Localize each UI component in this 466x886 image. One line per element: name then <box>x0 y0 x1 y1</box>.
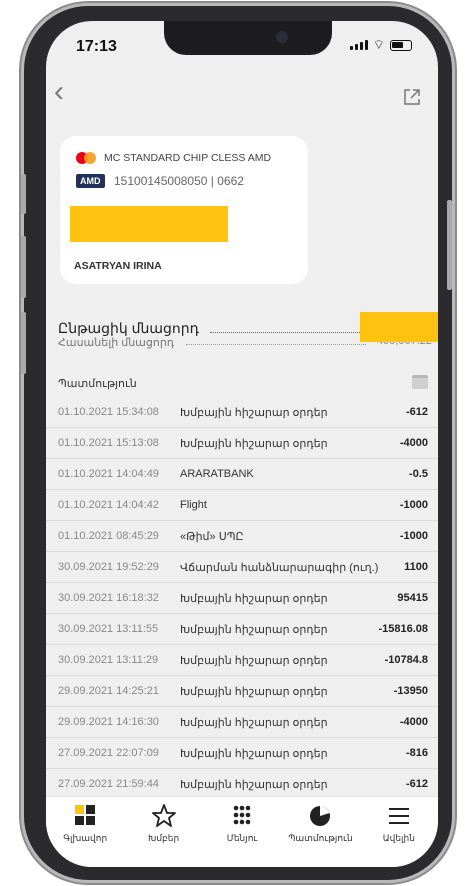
tab-history[interactable]: Պատմություն <box>281 797 359 867</box>
tab-more[interactable]: Ավելին <box>360 797 438 867</box>
history-row[interactable]: 29.09.2021 14:16:30 Խմբային հիշարար օրդեր… <box>46 707 438 738</box>
history-header: Պատմություն <box>46 369 438 395</box>
current-balance-redaction <box>360 312 438 342</box>
tab-home[interactable]: Գլխավոր <box>46 797 124 867</box>
transaction-description: Խմբային հիշարար օրդեր <box>180 406 328 419</box>
history-row[interactable]: 01.10.2021 14:04:49 ARARATBANK -0.5 <box>46 459 438 490</box>
history-row[interactable]: 30.09.2021 13:11:55 Խմբային հիշարար օրդեր… <box>46 614 438 645</box>
transaction-datetime: 30.09.2021 16:18:32 <box>58 592 159 604</box>
hamburger-icon <box>388 808 409 824</box>
transaction-description: Խմբային հիշարար օրդեր <box>180 747 328 760</box>
transaction-amount: -15816.08 <box>378 623 428 635</box>
tab-menu[interactable]: Մենյու <box>203 797 281 867</box>
tab-history-label: Պատմություն <box>288 833 353 843</box>
tab-favorites[interactable]: Խմբեր <box>124 797 202 867</box>
history-list: 01.10.2021 15:34:08 Խմբային հիշարար օրդեր… <box>46 397 438 800</box>
tab-favorites-label: Խմբեր <box>148 833 180 843</box>
signal-icon <box>349 40 368 50</box>
account-number: 15100145008050 | 0662 <box>114 174 244 188</box>
transaction-description: Խմբային հիշարար օրդեր <box>180 685 328 698</box>
card-balance-redaction <box>70 206 228 242</box>
transaction-description: «Թիմ» ՍՊԸ <box>180 530 244 543</box>
app-screen: 17:13 ⌔ ‹ MC STANDARD CHIP CLESS AMD AMD… <box>46 21 438 867</box>
volume-up-button <box>21 236 26 298</box>
transaction-amount: 95415 <box>397 592 428 604</box>
transaction-datetime: 01.10.2021 08:45:29 <box>58 530 159 542</box>
card-product-name: MC STANDARD CHIP CLESS AMD <box>104 152 272 164</box>
mute-switch <box>21 174 26 214</box>
transaction-description: Flight <box>180 499 207 511</box>
leader-dots <box>210 321 360 333</box>
transaction-datetime: 30.09.2021 19:52:29 <box>58 561 159 573</box>
battery-icon <box>390 39 412 51</box>
history-row[interactable]: 01.10.2021 15:34:08 Խմբային հիշարար օրդեր… <box>46 397 438 428</box>
available-balance-label: Հասանելի մնացորդ <box>58 337 175 349</box>
history-title: Պատմություն <box>58 378 137 390</box>
back-arrow-icon[interactable]: ‹ <box>54 77 76 109</box>
transaction-datetime: 30.09.2021 13:11:55 <box>58 623 159 635</box>
currency-badge: AMD <box>76 174 105 188</box>
transaction-description: Խմբային հիշարար օրդեր <box>180 437 328 450</box>
transaction-description: Խմբային հիշարար օրդեր <box>180 778 328 791</box>
transaction-datetime: 27.09.2021 22:07:09 <box>58 747 159 759</box>
current-balance-label: Ընթացիկ մնացորդ <box>58 320 199 336</box>
transaction-description: Վճարման հանձնարարագիր (ուղ.) <box>180 561 379 574</box>
history-row[interactable]: 01.10.2021 08:45:29 «Թիմ» ՍՊԸ -1000 <box>46 521 438 552</box>
transaction-amount: -612 <box>405 778 428 790</box>
transaction-datetime: 01.10.2021 14:04:42 <box>58 499 159 511</box>
bank-card[interactable]: MC STANDARD CHIP CLESS AMD AMD 151001450… <box>60 136 308 284</box>
card-holder-name: ASATRYAN IRINA <box>74 260 162 272</box>
transaction-amount: -1000 <box>399 499 428 511</box>
transaction-description: Խմբային հիշարար օրդեր <box>180 716 328 729</box>
share-icon[interactable] <box>402 87 422 107</box>
transaction-amount: -1000 <box>399 530 428 542</box>
transaction-amount: -612 <box>405 406 428 418</box>
camera-icon <box>276 31 288 43</box>
wifi-icon: ⌔ <box>372 37 385 52</box>
leader-dots <box>186 335 366 345</box>
transaction-description: Խմբային հիշարար օրդեր <box>180 592 328 605</box>
pie-chart-icon <box>310 806 331 826</box>
transaction-amount: -4000 <box>399 716 428 728</box>
transaction-amount: -816 <box>405 747 428 759</box>
tab-home-label: Գլխավոր <box>63 833 108 843</box>
history-row[interactable]: 30.09.2021 13:11:29 Խմբային հիշարար օրդեր… <box>46 645 438 676</box>
history-row[interactable]: 30.09.2021 19:52:29 Վճարման հանձնարարագիր… <box>46 552 438 583</box>
transaction-description: Խմբային հիշարար օրդեր <box>180 654 328 667</box>
mastercard-icon <box>76 152 98 164</box>
transaction-description: Խմբային հիշարար օրդեր <box>180 623 328 636</box>
transaction-amount: -13950 <box>393 685 428 697</box>
transaction-description: ARARATBANK <box>180 468 254 480</box>
home-grid-icon <box>75 805 96 825</box>
transaction-amount: -4000 <box>399 437 428 449</box>
transaction-datetime: 29.09.2021 14:25:21 <box>58 685 159 697</box>
transaction-datetime: 29.09.2021 14:16:30 <box>58 716 159 728</box>
transaction-datetime: 01.10.2021 15:13:08 <box>58 437 159 449</box>
transaction-datetime: 30.09.2021 13:11:29 <box>58 654 159 666</box>
star-icon <box>151 804 176 827</box>
transaction-amount: 1100 <box>404 561 428 573</box>
status-icons: ⌔ <box>349 37 412 52</box>
transaction-datetime: 01.10.2021 15:34:08 <box>58 406 159 418</box>
transaction-datetime: 01.10.2021 14:04:49 <box>58 468 159 480</box>
volume-down-button <box>21 312 26 374</box>
status-time: 17:13 <box>76 38 117 55</box>
calendar-icon[interactable] <box>412 375 428 389</box>
history-row[interactable]: 29.09.2021 14:25:21 Խմբային հիշարար օրդեր… <box>46 676 438 707</box>
transaction-datetime: 27.09.2021 21:59:44 <box>58 778 159 790</box>
history-row[interactable]: 01.10.2021 14:04:42 Flight -1000 <box>46 490 438 521</box>
tab-bar: Գլխավոր Խմբեր Մենյու Պատմություն Ավելին <box>46 796 438 867</box>
history-row[interactable]: 27.09.2021 22:07:09 Խմբային հիշարար օրդեր… <box>46 738 438 769</box>
history-row[interactable]: 30.09.2021 16:18:32 Խմբային հիշարար օրդեր… <box>46 583 438 614</box>
power-button <box>447 200 452 290</box>
tab-more-label: Ավելին <box>382 833 415 843</box>
dots-grid-icon <box>233 805 251 825</box>
transaction-amount: -0.5 <box>409 468 428 480</box>
tab-menu-label: Մենյու <box>226 833 258 843</box>
history-row[interactable]: 01.10.2021 15:13:08 Խմբային հիշարար օրդեր… <box>46 428 438 459</box>
notch <box>164 21 332 55</box>
transaction-amount: -10784.8 <box>384 654 428 666</box>
